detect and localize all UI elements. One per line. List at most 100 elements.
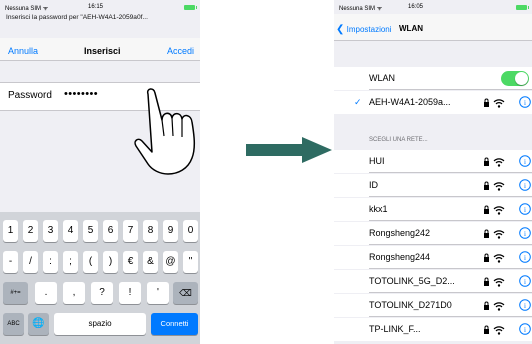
clock: 16:15 <box>88 4 104 10</box>
key-question[interactable]: ? <box>91 282 113 304</box>
divider <box>369 89 532 90</box>
carrier-label: Nessuna SIM ᯤ <box>339 6 383 12</box>
wlan-settings-screen: Nessuna SIM ᯤ 16:05 ❮ Impostazioni WLAN … <box>334 0 532 344</box>
key-5[interactable]: 5 <box>83 220 98 242</box>
password-input[interactable]: •••••••• <box>64 88 98 100</box>
svg-text:i: i <box>524 158 526 166</box>
network-name: AEH-W4A1-2059a... <box>369 97 451 107</box>
key-abc[interactable]: ABC <box>3 313 24 335</box>
backspace-key[interactable]: ⌫ <box>173 282 198 304</box>
info-icon[interactable]: i <box>519 275 531 287</box>
key-open-paren[interactable]: ( <box>83 251 98 273</box>
network-name: HUI <box>369 156 385 166</box>
space-key[interactable]: spazio <box>54 313 146 335</box>
key-4[interactable]: 4 <box>63 220 78 242</box>
wifi-icon: ᯤ <box>376 6 383 12</box>
info-icon[interactable]: i <box>519 96 531 108</box>
lock-wifi-icons <box>484 301 505 311</box>
lock-wifi-icons <box>484 277 505 287</box>
network-name: ID <box>369 180 378 190</box>
wlan-label: WLAN <box>369 73 396 83</box>
lock-wifi-icons <box>484 157 505 167</box>
key-ampersand[interactable]: & <box>143 251 158 273</box>
key-3[interactable]: 3 <box>43 220 58 242</box>
network-row[interactable]: TP-LINK_F... i <box>334 318 532 341</box>
key-colon[interactable]: : <box>43 251 58 273</box>
info-icon[interactable]: i <box>519 227 531 239</box>
key-exclamation[interactable]: ! <box>119 282 141 304</box>
info-icon[interactable]: i <box>519 155 531 167</box>
back-button[interactable]: ❮ Impostazioni <box>336 24 392 35</box>
key-2[interactable]: 2 <box>23 220 38 242</box>
network-name: Rongsheng244 <box>369 252 431 262</box>
key-1[interactable]: 1 <box>3 220 18 242</box>
info-icon[interactable]: i <box>519 251 531 263</box>
toggle-knob <box>515 72 528 85</box>
status-bar: Nessuna SIM ᯤ 16:15 <box>0 0 200 14</box>
key-at[interactable]: @ <box>163 251 178 273</box>
nav-title: WLAN <box>399 24 423 33</box>
network-row[interactable]: ID i <box>334 174 532 197</box>
lock-wifi-icons <box>484 98 505 108</box>
network-row[interactable]: Rongsheng242 i <box>334 222 532 245</box>
svg-text:i: i <box>524 230 526 238</box>
lock-wifi-icons <box>484 205 505 215</box>
key-close-paren[interactable]: ) <box>103 251 118 273</box>
key-period[interactable]: . <box>35 282 57 304</box>
divider <box>369 220 532 221</box>
key-0[interactable]: 0 <box>183 220 198 242</box>
network-row[interactable]: TOTOLINK_D271D0 i <box>334 294 532 317</box>
network-name: kkx1 <box>369 204 388 214</box>
divider <box>369 268 532 269</box>
network-name: TP-LINK_F... <box>369 324 421 334</box>
key-slash[interactable]: / <box>23 251 38 273</box>
network-name: Rongsheng242 <box>369 228 431 238</box>
divider <box>369 196 532 197</box>
key-6[interactable]: 6 <box>103 220 118 242</box>
chevron-left-icon: ❮ <box>336 24 345 35</box>
globe-key[interactable]: 🌐 <box>28 313 49 335</box>
key-apostrophe[interactable]: ' <box>147 282 169 304</box>
key-7[interactable]: 7 <box>123 220 138 242</box>
network-row[interactable]: TOTOLINK_5G_D2... i <box>334 270 532 293</box>
lock-wifi-icons <box>484 181 505 191</box>
globe-icon: 🌐 <box>32 318 45 329</box>
carrier-label: Nessuna SIM ᯤ <box>5 6 49 12</box>
battery-icon <box>516 5 529 10</box>
info-icon[interactable]: i <box>519 203 531 215</box>
password-label: Password <box>8 90 52 101</box>
numeric-keyboard: 1 2 3 4 5 6 7 8 9 0 - / : ; ( ) € & @ " … <box>0 212 200 344</box>
key-euro[interactable]: € <box>123 251 138 273</box>
password-entry-screen: Nessuna SIM ᯤ 16:15 Inserisci la passwor… <box>0 0 200 344</box>
key-comma[interactable]: , <box>63 282 85 304</box>
info-icon[interactable]: i <box>519 179 531 191</box>
lock-wifi-icons <box>484 253 505 263</box>
key-9[interactable]: 9 <box>163 220 178 242</box>
connected-network-row[interactable]: ✓ AEH-W4A1-2059a... i <box>334 91 532 114</box>
network-name: TOTOLINK_D271D0 <box>369 300 452 310</box>
network-row[interactable]: kkx1 i <box>334 198 532 221</box>
info-icon[interactable]: i <box>519 323 531 335</box>
svg-text:i: i <box>524 182 526 190</box>
key-8[interactable]: 8 <box>143 220 158 242</box>
divider <box>369 292 532 293</box>
wlan-toggle[interactable] <box>501 71 529 86</box>
join-button[interactable]: Accedi <box>167 46 194 56</box>
divider <box>369 244 532 245</box>
key-symbols[interactable]: #+= <box>3 282 28 304</box>
svg-text:i: i <box>524 99 526 107</box>
password-prompt: Inserisci la password per "AEH-W4A1-2059… <box>6 14 148 21</box>
svg-text:i: i <box>524 206 526 214</box>
cancel-button[interactable]: Annulla <box>8 46 38 56</box>
info-icon[interactable]: i <box>519 299 531 311</box>
network-row[interactable]: Rongsheng244 i <box>334 246 532 269</box>
key-dash[interactable]: - <box>3 251 18 273</box>
lock-wifi-icons <box>484 229 505 239</box>
key-semicolon[interactable]: ; <box>63 251 78 273</box>
choose-network-header: SCEGLI UNA RETE... <box>369 137 428 143</box>
key-quote[interactable]: " <box>183 251 198 273</box>
wifi-icon: ᯤ <box>42 6 49 12</box>
network-row[interactable]: HUI i <box>334 150 532 173</box>
svg-text:i: i <box>524 278 526 286</box>
connect-key[interactable]: Connetti <box>151 313 198 335</box>
